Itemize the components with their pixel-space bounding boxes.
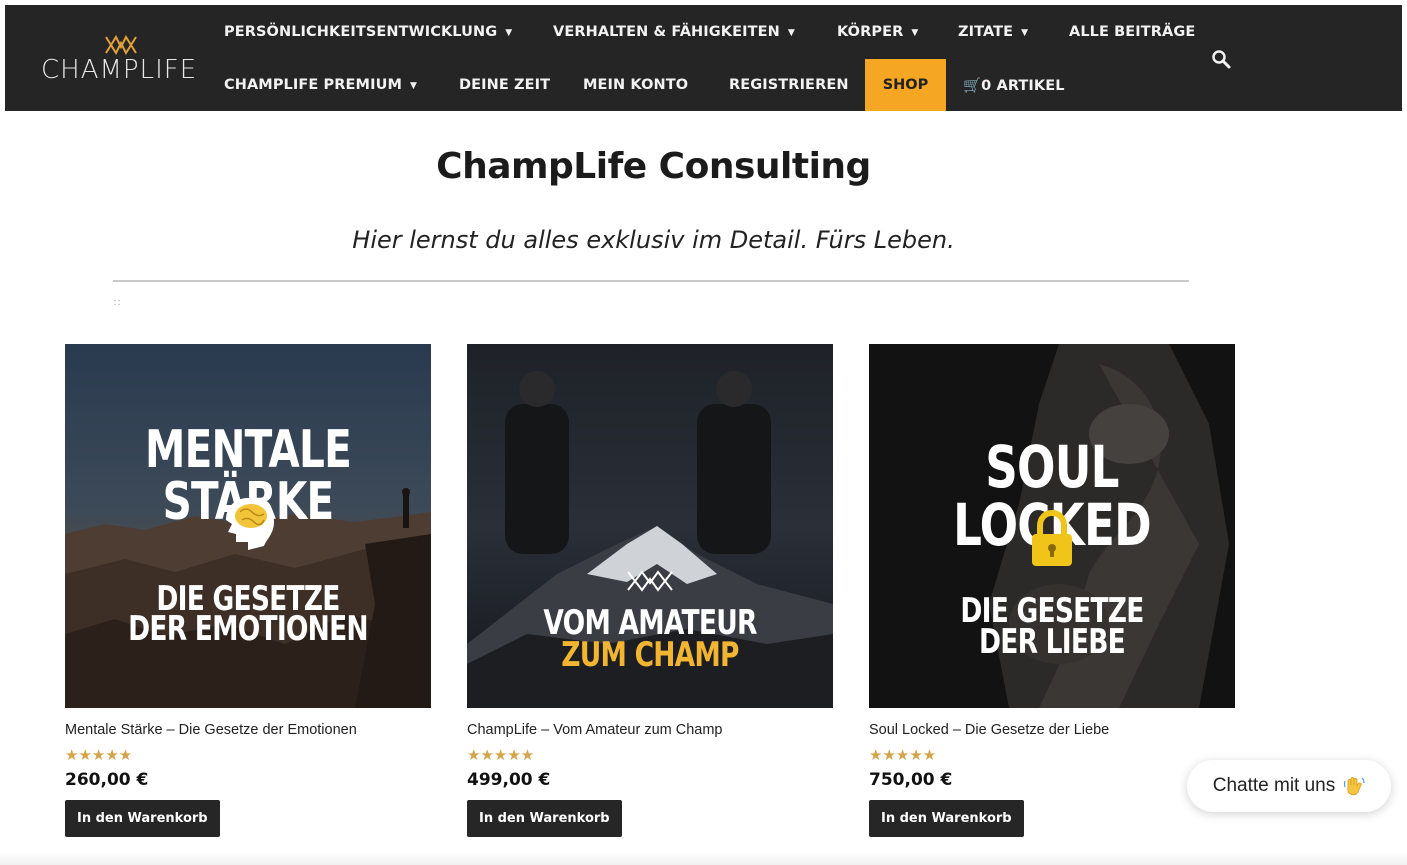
product-card-mentale-staerke: MENTALE STÄRKE DIE GESETZE DER EMOTIONEN… (65, 344, 431, 837)
nav-label: CHAMPLIFE PREMIUM (224, 77, 402, 93)
chat-label: Chatte mit uns (1212, 775, 1336, 796)
image-line-2: DER LIEBE (979, 622, 1126, 662)
product-image[interactable]: VOM AMATEUR ZUM CHAMP (467, 344, 833, 708)
image-line-2: DER EMOTIONEN (128, 609, 368, 649)
champlife-logo[interactable]: CHAMPLIFE (41, 33, 211, 93)
product-card-vom-amateur-zum-champ: VOM AMATEUR ZUM CHAMP ChampLife – Vom Am… (467, 344, 833, 837)
drag-handle-icon: ∷ (114, 298, 121, 309)
nav-alle-beitraege[interactable]: ALLE BEITRÄGE (1069, 24, 1195, 40)
product-name[interactable]: Soul Locked – Die Gesetze der Liebe (869, 722, 1235, 738)
nav-registrieren[interactable]: REGISTRIEREN (729, 77, 849, 93)
star-rating: ★★★★★ (65, 747, 133, 764)
chevron-down-icon: ▼ (409, 81, 418, 91)
nav-champlife-premium[interactable]: CHAMPLIFE PREMIUM ▼ (224, 77, 417, 93)
chevron-down-icon: ▼ (1021, 28, 1029, 38)
chevron-down-icon: ▼ (505, 28, 513, 38)
product-card-soul-locked: SOUL LOCKED DIE GESETZE DER LIEBE Soul L… (869, 344, 1235, 837)
lock-icon (1032, 510, 1072, 566)
nav-mein-konto[interactable]: MEIN KONTO (583, 77, 688, 93)
cart-count-label: 0 ARTIKEL (981, 78, 1065, 94)
crown-logo-icon (627, 570, 673, 592)
waving-hand-icon (1344, 777, 1365, 796)
nav-label: DEINE ZEIT (459, 77, 551, 93)
search-icon[interactable] (1211, 49, 1233, 71)
nav-verhalten-faehigkeiten[interactable]: VERHALTEN & FÄHIGKEITEN ▼ (553, 24, 795, 40)
nav-label: ZITATE (958, 24, 1014, 40)
nav-label: KÖRPER (837, 24, 904, 40)
add-to-cart-button[interactable]: In den Warenkorb (869, 800, 1024, 837)
cart-icon: 🛒 (963, 78, 982, 94)
divider (113, 280, 1189, 282)
product-name[interactable]: Mentale Stärke – Die Gesetze der Emotion… (65, 722, 431, 738)
nav-shop[interactable]: SHOP (865, 59, 946, 111)
image-line-2: ZUM CHAMP (561, 635, 739, 675)
product-price: 260,00 € (65, 770, 149, 790)
add-to-cart-button[interactable]: In den Warenkorb (467, 800, 622, 837)
product-price: 750,00 € (869, 770, 953, 790)
add-to-cart-button[interactable]: In den Warenkorb (65, 800, 220, 837)
nav-label: MEIN KONTO (583, 77, 689, 93)
chevron-down-icon: ▼ (787, 28, 795, 38)
brain-icon (226, 498, 274, 550)
page-bottom-edge (0, 852, 1407, 865)
logo-text: CHAMPLIFE (41, 55, 198, 85)
nav-label: REGISTRIEREN (729, 77, 849, 93)
nav-cart[interactable]: 🛒0 ARTIKEL (963, 77, 1065, 94)
chevron-down-icon: ▼ (911, 28, 919, 38)
crown-logo-icon (105, 35, 137, 55)
page-subtitle: Hier lernst du alles exklusiv im Detail.… (352, 226, 955, 254)
product-price: 499,00 € (467, 770, 551, 790)
product-name[interactable]: ChampLife – Vom Amateur zum Champ (467, 722, 833, 738)
nav-koerper[interactable]: KÖRPER ▼ (837, 24, 918, 40)
page-title: ChampLife Consulting (436, 146, 871, 187)
site-header: CHAMPLIFE PERSÖNLICHKEITSENTWICKLUNG ▼ VE… (5, 5, 1402, 111)
nav-deine-zeit[interactable]: DEINE ZEIT (459, 77, 550, 93)
nav-persoenlichkeitsentwicklung[interactable]: PERSÖNLICHKEITSENTWICKLUNG ▼ (224, 24, 512, 40)
nav-label: ALLE BEITRÄGE (1069, 24, 1196, 40)
product-image[interactable]: SOUL LOCKED DIE GESETZE DER LIEBE (869, 344, 1235, 708)
nav-label: PERSÖNLICHKEITSENTWICKLUNG (224, 24, 498, 40)
star-rating: ★★★★★ (467, 747, 535, 764)
chat-widget-button[interactable]: Chatte mit uns (1187, 760, 1391, 812)
product-image[interactable]: MENTALE STÄRKE DIE GESETZE DER EMOTIONEN (65, 344, 431, 708)
nav-zitate[interactable]: ZITATE ▼ (958, 24, 1028, 40)
star-rating: ★★★★★ (869, 747, 937, 764)
nav-label: VERHALTEN & FÄHIGKEITEN (553, 24, 780, 40)
